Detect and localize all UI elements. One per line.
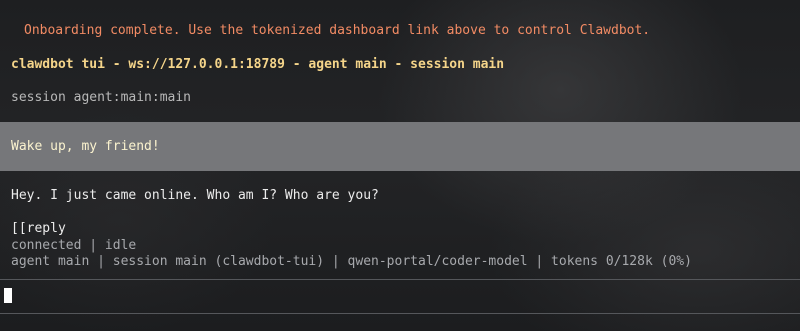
assistant-message: Hey. I just came online. Who am I? Who a… xyxy=(11,188,379,203)
onboarding-message: Onboarding complete. Use the tokenized d… xyxy=(24,23,651,38)
status-footer: agent main | session main (clawdbot-tui)… xyxy=(11,254,692,269)
partial-reply-output: [[reply xyxy=(11,221,66,236)
connection-status: connected | idle xyxy=(11,238,137,253)
user-message: Wake up, my friend! xyxy=(11,139,160,154)
user-message-block: Wake up, my friend! xyxy=(0,122,800,171)
input-bottom-divider xyxy=(0,313,800,314)
tui-title: clawdbot tui - ws://127.0.0.1:18789 - ag… xyxy=(11,57,505,72)
message-input[interactable] xyxy=(0,280,800,313)
session-label: session agent:main:main xyxy=(11,90,192,105)
text-cursor xyxy=(4,288,12,303)
